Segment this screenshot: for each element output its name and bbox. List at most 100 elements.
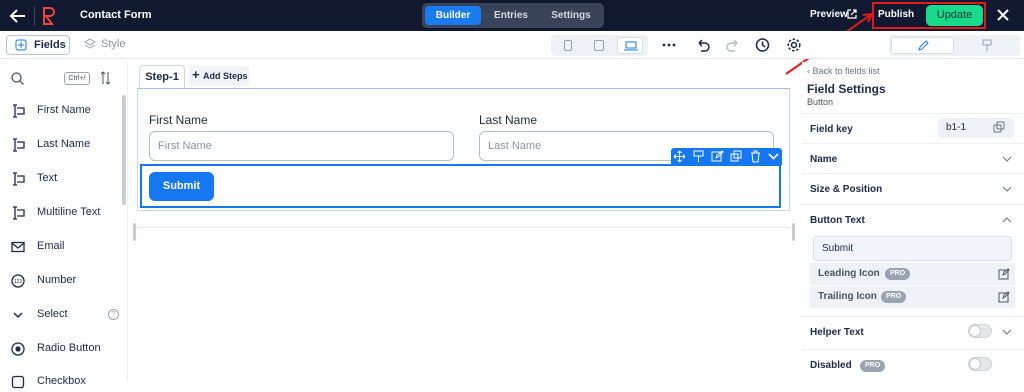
field-key-label: Field key	[810, 124, 853, 135]
number-icon: 123	[11, 274, 25, 288]
phone-icon	[564, 40, 572, 51]
last-name-label: Last Name	[479, 113, 538, 127]
chevron-down-icon[interactable]	[1002, 328, 1012, 336]
trailing-icon-label: Trailing Icon	[818, 291, 877, 302]
add-steps-label: Add Steps	[203, 71, 248, 81]
selected-field-outline[interactable]	[140, 164, 781, 208]
name-section[interactable]: Name	[802, 143, 1024, 173]
disabled-label: Disabled	[810, 360, 852, 371]
text-cursor-icon	[13, 104, 25, 118]
submit-button[interactable]: Submit	[149, 172, 214, 201]
radio-icon	[11, 342, 25, 356]
chevron-down-icon	[1002, 186, 1012, 192]
sidebar-item-number[interactable]: 123 Number	[10, 271, 120, 291]
close-icon[interactable]	[996, 8, 1010, 22]
history-icon[interactable]	[754, 37, 770, 53]
plus-square-icon	[15, 39, 27, 51]
device-switcher	[551, 35, 648, 56]
search-icon[interactable]	[11, 72, 24, 85]
shortcut-badge: Ctrl+/	[64, 72, 90, 85]
back-arrow-icon[interactable]	[9, 7, 27, 25]
sidebar-item-label: Select	[37, 308, 68, 320]
helper-text-toggle[interactable]	[968, 324, 992, 338]
fields-tab[interactable]: Fields	[6, 35, 70, 55]
redo-icon[interactable]	[725, 37, 741, 53]
style-tab[interactable]: Style	[101, 38, 125, 50]
gear-icon[interactable]	[786, 37, 802, 53]
leading-icon-row: Leading Icon PRO	[810, 263, 1015, 285]
sidebar-item-label: Number	[37, 274, 77, 286]
sidebar-item-radio-button[interactable]: Radio Button	[10, 339, 120, 359]
mode-tabs: Builder Entries Settings	[422, 3, 604, 28]
back-to-fields-link[interactable]: ‹ Back to fields list	[807, 66, 880, 76]
layers-icon	[84, 38, 96, 49]
move-icon[interactable]	[673, 150, 686, 163]
name-label: Name	[810, 154, 838, 165]
envelope-icon	[11, 241, 25, 253]
sidebar-item-label: Last Name	[37, 138, 91, 150]
sidebar-item-label: Multiline Text	[37, 206, 101, 218]
tablet-view-button[interactable]	[586, 37, 612, 54]
text-cursor-icon	[13, 138, 25, 152]
tab-entries[interactable]: Entries	[484, 6, 538, 25]
edit-icon[interactable]	[711, 150, 724, 163]
paint-brush-icon[interactable]	[981, 39, 993, 52]
sidebar-item-label: Text	[37, 172, 58, 184]
more-icon[interactable]	[661, 37, 677, 53]
edit-icon	[918, 40, 929, 51]
copy-icon[interactable]	[993, 121, 1006, 134]
form-title: Contact Form	[80, 9, 152, 21]
edit-icon[interactable]	[998, 268, 1010, 280]
size-position-label: Size & Position	[810, 184, 883, 195]
paint-brush-icon[interactable]	[692, 150, 705, 163]
publish-button[interactable]: Publish	[878, 9, 914, 20]
edit-icon[interactable]	[998, 291, 1010, 303]
chevron-up-icon[interactable]	[1002, 216, 1012, 224]
duplicate-icon[interactable]	[730, 150, 743, 163]
tablet-icon	[594, 40, 604, 51]
sort-icon[interactable]	[100, 71, 112, 85]
disabled-toggle[interactable]	[968, 357, 992, 371]
sidebar-item-text[interactable]: Text	[10, 169, 120, 189]
sidebar-item-email[interactable]: Email	[10, 237, 120, 257]
tab-field-settings[interactable]	[891, 37, 954, 54]
pro-badge: PRO	[860, 360, 886, 372]
sidebar-item-multiline-text[interactable]: Multiline Text	[10, 203, 120, 223]
tab-settings[interactable]: Settings	[541, 6, 601, 25]
last-name-placeholder: Last Name	[488, 140, 542, 152]
step-tab[interactable]: Step-1	[139, 65, 185, 88]
trailing-icon-row: Trailing Icon PRO	[810, 286, 1015, 308]
button-text-label: Button Text	[810, 215, 865, 226]
sidebar-item-label: Email	[37, 240, 65, 252]
button-text-input[interactable]: Submit	[813, 236, 1012, 261]
first-name-label: First Name	[149, 113, 208, 127]
sidebar-item-select[interactable]: Select ?	[10, 305, 120, 325]
chevron-down-icon[interactable]	[767, 150, 780, 163]
pro-badge: PRO	[881, 291, 907, 303]
preview-link[interactable]: Preview	[810, 9, 848, 20]
sidebar-item-checkbox[interactable]: Checkbox	[10, 372, 120, 392]
text-cursor-icon	[13, 206, 25, 220]
undo-icon[interactable]	[695, 37, 711, 53]
canvas-scrollbar-left[interactable]	[133, 223, 136, 241]
app-logo-icon	[43, 7, 55, 25]
first-name-input[interactable]: First Name	[149, 131, 454, 161]
field-action-bar	[671, 148, 782, 165]
laptop-icon	[624, 41, 638, 51]
chevron-down-icon	[13, 312, 23, 319]
toolbar	[0, 31, 1024, 59]
back-link-label: Back to fields list	[812, 66, 880, 76]
mobile-view-button[interactable]	[555, 37, 581, 54]
sidebar-item-last-name[interactable]: Last Name	[10, 135, 120, 155]
panel-tabs	[889, 35, 1020, 56]
sidebar-scrollbar[interactable]	[122, 95, 126, 205]
trash-icon[interactable]	[749, 150, 762, 163]
canvas-scrollbar-right[interactable]	[792, 223, 795, 241]
tab-builder[interactable]: Builder	[425, 6, 481, 25]
size-position-section[interactable]: Size & Position	[802, 173, 1024, 203]
chevron-down-icon	[1002, 156, 1012, 162]
sidebar-item-first-name[interactable]: First Name	[10, 101, 120, 121]
desktop-view-button[interactable]	[617, 37, 643, 54]
help-icon[interactable]: ?	[108, 309, 119, 320]
update-button[interactable]: Update	[926, 5, 983, 26]
